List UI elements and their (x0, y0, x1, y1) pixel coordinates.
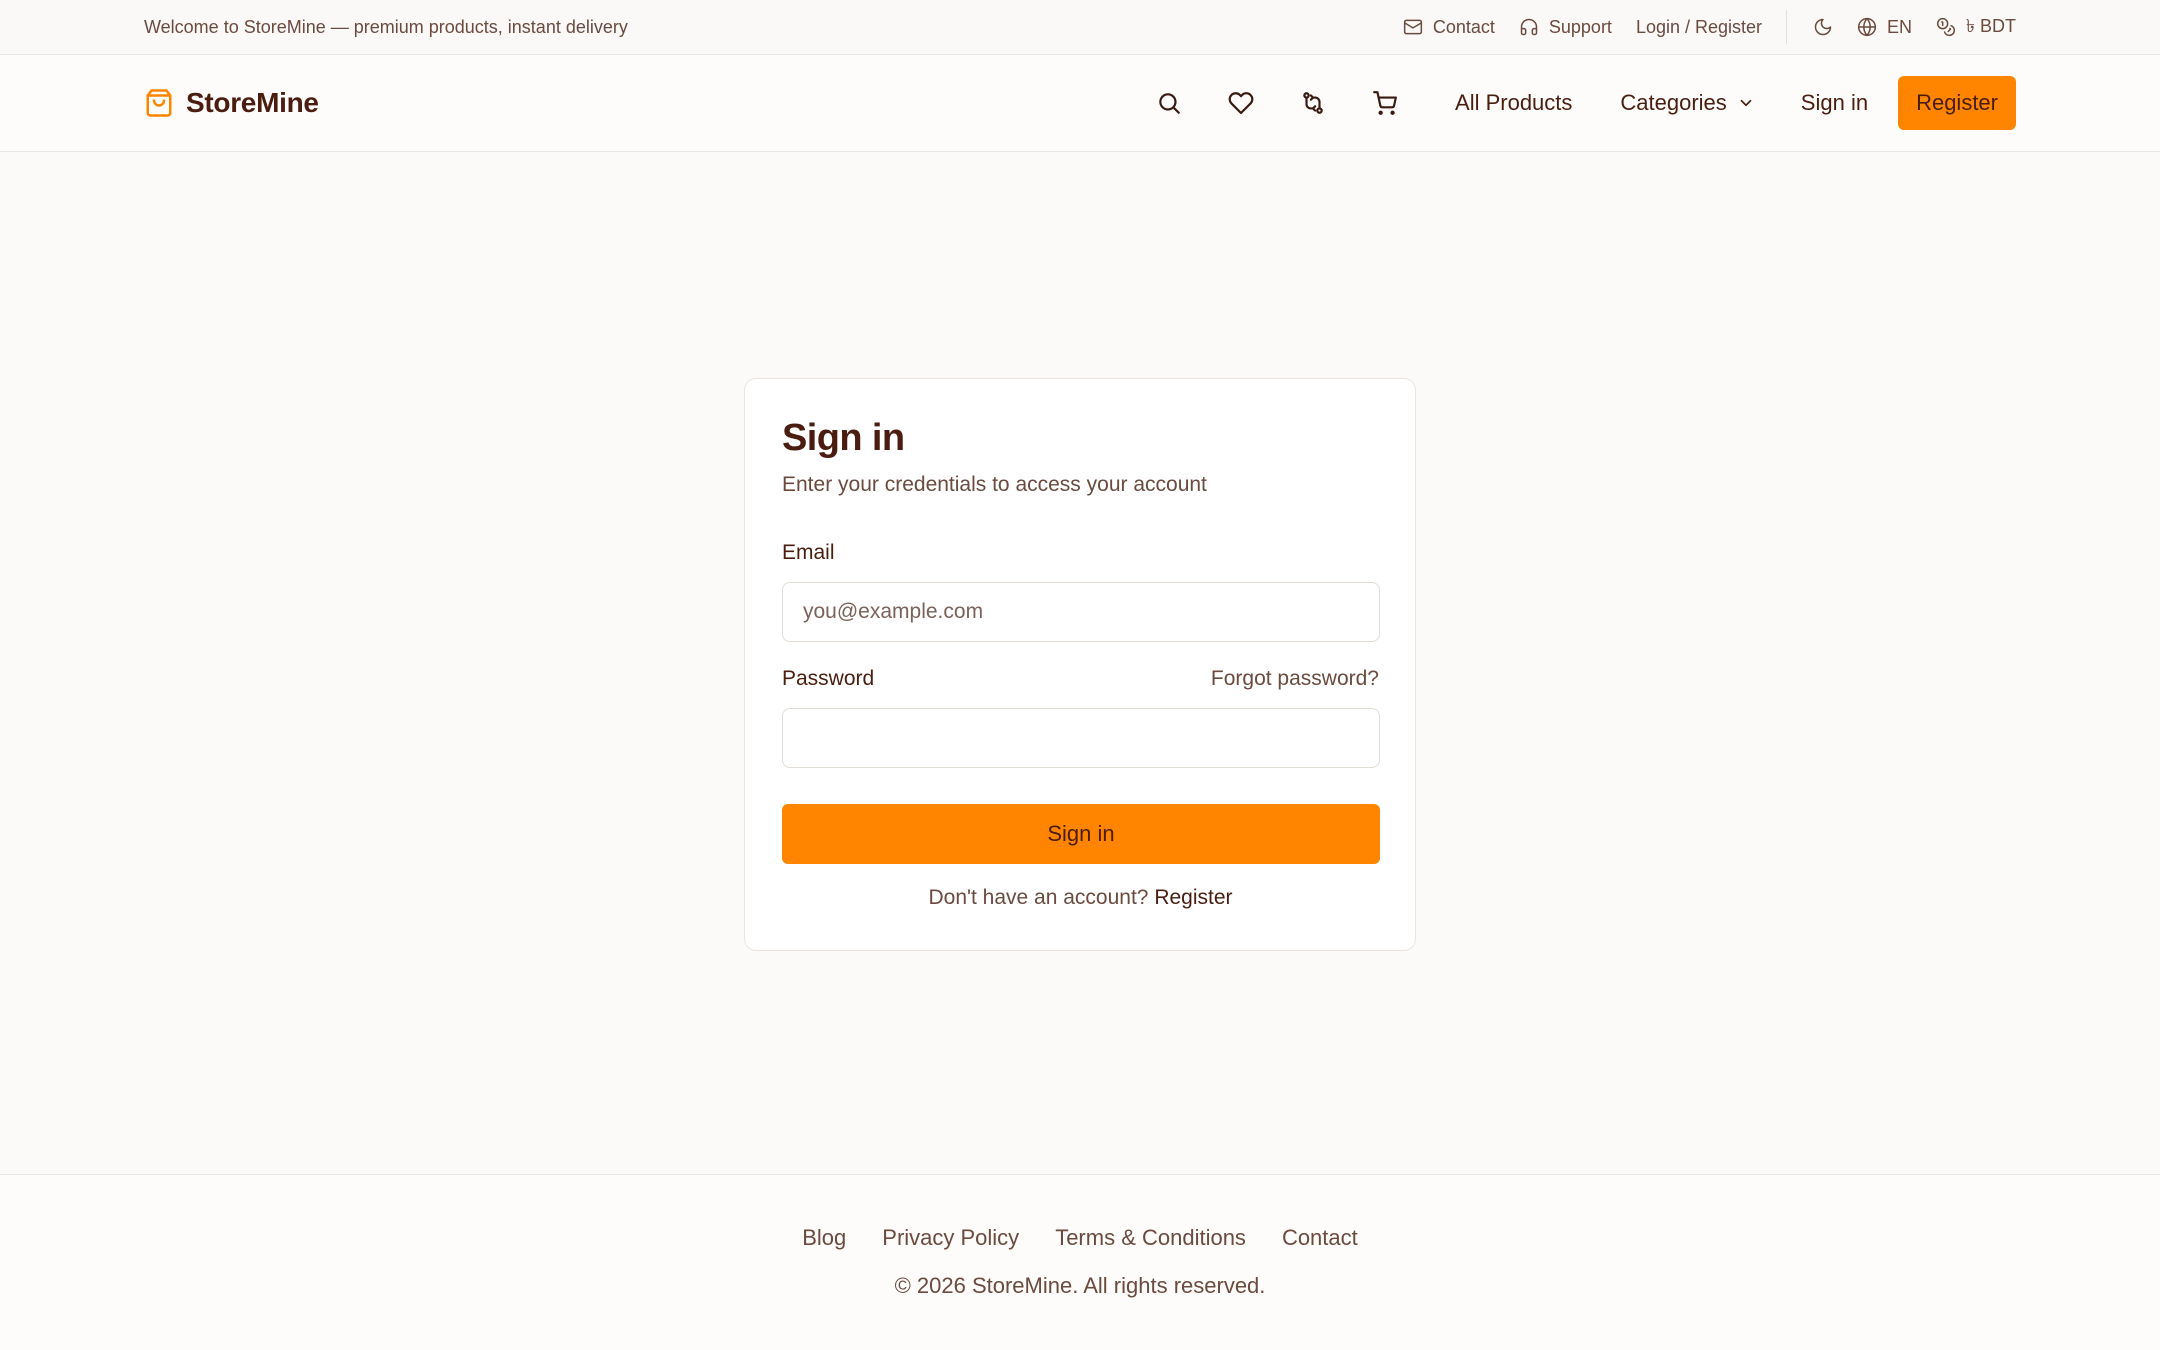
chevron-down-icon (1737, 94, 1755, 112)
support-link-label: Support (1548, 16, 1612, 37)
nav-categories-dropdown[interactable]: Categories (1620, 90, 1754, 116)
coins-icon (1936, 17, 1956, 37)
headset-icon (1519, 17, 1539, 37)
password-label-row: Password Forgot password? (782, 667, 1379, 691)
login-register-link[interactable]: Login / Register (1636, 17, 1762, 38)
cart-icon (1372, 90, 1398, 116)
theme-toggle[interactable] (1813, 17, 1833, 37)
currency-label: ৳ BDT (1966, 15, 2016, 36)
register-link[interactable]: Register (1154, 886, 1232, 909)
footer-link-terms[interactable]: Terms & Conditions (1055, 1225, 1246, 1251)
footer-link-blog[interactable]: Blog (802, 1225, 846, 1251)
footer: Blog Privacy Policy Terms & Conditions C… (0, 1174, 2160, 1350)
register-prompt-text: Don't have an account? (928, 886, 1149, 909)
brand-logo[interactable]: StoreMine (144, 87, 319, 119)
password-group: Password Forgot password? (782, 667, 1380, 768)
nav-all-products-label: All Products (1455, 90, 1573, 115)
currency-selector[interactable]: ৳ BDT (1936, 12, 2016, 43)
nav-categories-label: Categories (1620, 90, 1727, 115)
cart-button[interactable] (1349, 75, 1421, 131)
footer-link-privacy[interactable]: Privacy Policy (882, 1225, 1019, 1251)
sign-in-card: Sign in Enter your credentials to access… (744, 378, 1416, 951)
wishlist-button[interactable] (1205, 75, 1277, 131)
contact-link-label: Contact (1432, 16, 1495, 37)
shopping-bag-icon (144, 88, 174, 118)
footer-link-contact[interactable]: Contact (1282, 1225, 1358, 1251)
search-icon (1156, 90, 1182, 116)
forgot-password-link[interactable]: Forgot password? (1211, 667, 1379, 691)
utility-divider (1786, 10, 1788, 44)
register-button-label: Register (1916, 90, 1998, 115)
mail-icon (1403, 17, 1423, 37)
sign-in-submit-button[interactable]: Sign in (782, 804, 1380, 864)
support-link[interactable]: Support (1519, 17, 1612, 38)
sign-in-subtitle: Enter your credentials to access your ac… (782, 473, 1207, 496)
main-header: StoreMine All Products Categories Sign i… (0, 55, 2160, 152)
compare-button[interactable] (1277, 75, 1349, 131)
search-button[interactable] (1133, 75, 1205, 131)
globe-icon (1857, 17, 1877, 37)
nav-all-products[interactable]: All Products (1455, 90, 1572, 116)
nav-sign-in[interactable]: Sign in (1801, 90, 1868, 116)
contact-link[interactable]: Contact (1403, 17, 1495, 38)
register-button[interactable]: Register (1898, 76, 2016, 130)
brand-name: StoreMine (186, 87, 319, 118)
login-register-label: Login / Register (1635, 16, 1763, 37)
password-label: Password (782, 667, 875, 690)
language-selector[interactable]: EN (1857, 17, 1912, 38)
heart-icon (1228, 90, 1254, 116)
email-label: Email (782, 541, 835, 564)
register-prompt: Don't have an account? Register (782, 886, 1379, 910)
email-field[interactable] (782, 582, 1380, 642)
moon-icon (1813, 17, 1833, 37)
welcome-message: Welcome to StoreMine — premium products,… (144, 16, 628, 37)
utility-links: Contact Support Login / Register EN ৳ BD… (1403, 0, 2016, 54)
main-nav: All Products Categories Sign in Register (1133, 75, 2016, 131)
language-label: EN (1887, 16, 1913, 37)
copyright-text: © 2026 StoreMine. All rights reserved. (894, 1273, 1266, 1298)
email-group: Email (782, 541, 1380, 642)
compare-icon (1300, 90, 1326, 116)
top-utility-bar: Welcome to StoreMine — premium products,… (0, 0, 2160, 55)
sign-in-submit-label: Sign in (1047, 821, 1115, 846)
nav-sign-in-label: Sign in (1800, 90, 1869, 115)
footer-links: Blog Privacy Policy Terms & Conditions C… (0, 1225, 2160, 1251)
password-field[interactable] (782, 708, 1380, 768)
sign-in-title: Sign in (782, 417, 905, 459)
